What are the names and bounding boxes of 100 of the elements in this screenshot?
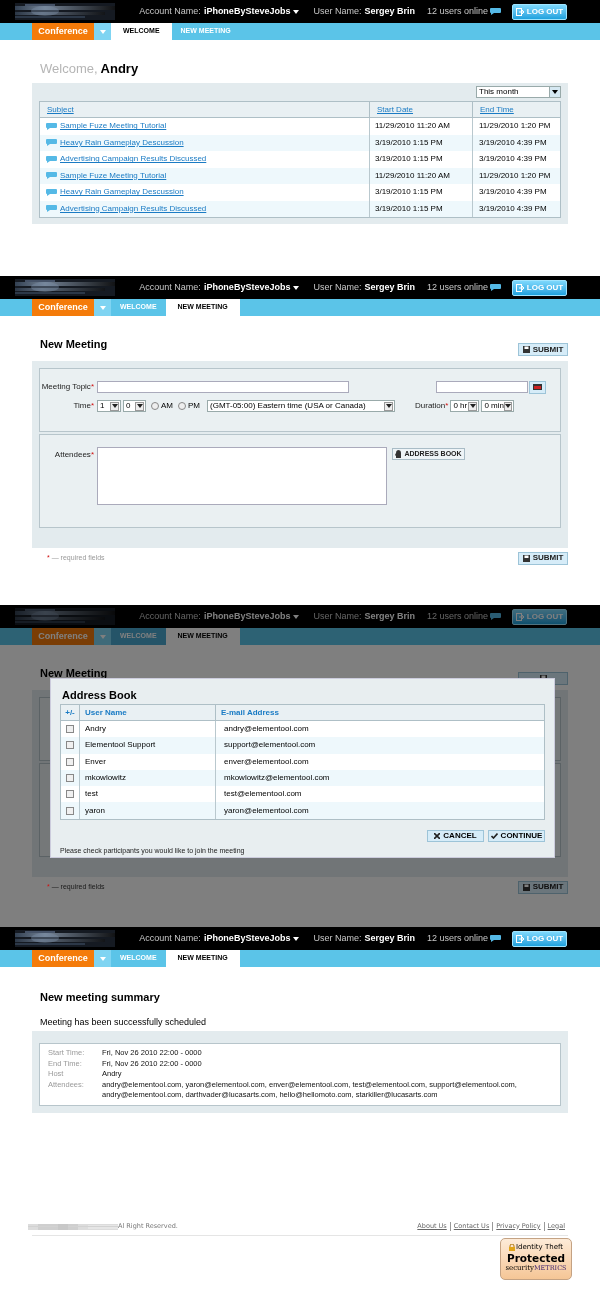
online-count[interactable]: 12 users online <box>426 609 488 624</box>
column-header[interactable]: Subject <box>47 103 74 116</box>
app-menu-button[interactable] <box>94 23 111 40</box>
chat-bubble-icon <box>46 188 57 196</box>
table-cell: 3/19/2010 4:39 PM <box>479 136 547 149</box>
dialog-title: Address Book <box>62 688 138 702</box>
badge-title: Protected <box>506 1252 566 1265</box>
account-label: Account Name: <box>139 609 201 623</box>
head-icon <box>395 450 402 458</box>
table-row[interactable]: yaron yaron@elementool.com <box>61 802 544 819</box>
dropdown[interactable]: 1 <box>97 400 121 412</box>
radio-button[interactable] <box>151 402 159 410</box>
dropdown[interactable]: (GMT-05:00) Eastern time (USA or Canada) <box>207 400 395 412</box>
date-field[interactable] <box>436 381 528 393</box>
field-label: Attendees* <box>53 449 94 461</box>
account-name[interactable]: iPhoneBySteveJobs <box>203 280 291 295</box>
submit-button[interactable]: SUBMIT <box>518 880 568 894</box>
checkbox[interactable] <box>66 790 74 799</box>
field-label: Time* <box>72 400 94 412</box>
account-name[interactable]: iPhoneBySteveJobs <box>203 4 291 19</box>
checkbox[interactable] <box>66 741 74 750</box>
user-name: Sergey Brin <box>364 280 415 294</box>
checkbox[interactable] <box>66 725 74 734</box>
online-count[interactable]: 12 users online <box>426 4 488 19</box>
save-icon <box>522 883 530 891</box>
meeting-link[interactable]: Advertising Campaign Results Discussed <box>60 202 207 215</box>
table-cell: 3/19/2010 1:15 PM <box>375 186 443 199</box>
page-title: New Meeting <box>40 667 108 680</box>
checkbox[interactable] <box>66 757 74 766</box>
column-header[interactable]: Start Date <box>377 103 413 116</box>
table-cell: mkowlowitz@elementool.com <box>224 772 330 785</box>
table-cell: 11/29/2010 1:20 PM <box>479 120 551 133</box>
account-label: Account Name: <box>139 4 201 18</box>
meeting-link[interactable]: Advertising Campaign Results Discussed <box>60 153 207 166</box>
column-header[interactable]: End Time <box>480 103 514 116</box>
exit-icon <box>515 283 524 292</box>
table-cell: enver@elementool.com <box>224 755 309 768</box>
app-menu-button[interactable] <box>94 950 111 967</box>
checkbox[interactable] <box>66 806 74 815</box>
account-label: Account Name: <box>139 280 201 294</box>
chat-bubble-icon <box>490 284 501 291</box>
calendar-button[interactable] <box>529 380 546 394</box>
topic-field[interactable] <box>97 381 349 393</box>
caret-icon <box>469 404 476 408</box>
save-icon <box>522 554 530 562</box>
attendees-field[interactable] <box>97 447 387 505</box>
column-header: E-mail Address <box>221 706 279 719</box>
table-cell: Elementool Support <box>85 739 156 752</box>
check-icon <box>490 832 498 839</box>
cancel-button[interactable]: CANCEL <box>427 829 484 842</box>
online-count[interactable]: 12 users online <box>426 931 488 946</box>
chat-bubble-icon <box>46 139 57 147</box>
caret-icon <box>505 404 512 408</box>
field-label: Duration* <box>415 400 449 412</box>
caret-icon <box>293 9 300 14</box>
caret-icon <box>99 956 106 961</box>
table-cell: mkowlowitz <box>85 772 126 785</box>
account-name[interactable]: iPhoneBySteveJobs <box>203 609 291 624</box>
app-menu-button[interactable] <box>94 628 111 645</box>
account-name[interactable]: iPhoneBySteveJobs <box>203 931 291 946</box>
online-count[interactable]: 12 users online <box>426 280 488 295</box>
period-dropdown[interactable]: This month <box>476 86 561 98</box>
table-cell: test@elementool.com <box>224 788 302 801</box>
page-title: New meeting summary <box>40 990 161 1004</box>
table-cell: Enver <box>85 755 106 768</box>
dropdown[interactable]: 0 <box>123 400 146 412</box>
meeting-link[interactable]: Heavy Rain Gameplay Descussion <box>60 186 184 199</box>
meeting-link[interactable]: Sample Fuze Meeting Tutorial <box>60 169 167 182</box>
table-cell: 11/29/2010 11:20 AM <box>375 169 450 182</box>
table-row[interactable]: Elementool Support support@elementool.com <box>61 737 544 754</box>
table-cell: yaron@elementool.com <box>224 804 309 817</box>
table-cell: 3/19/2010 4:39 PM <box>479 153 547 166</box>
continue-button[interactable]: CONTINUE <box>488 829 545 842</box>
caret-icon <box>111 404 118 408</box>
app-menu-button[interactable] <box>94 299 111 316</box>
checkbox[interactable] <box>66 774 74 783</box>
submit-button[interactable]: SUBMIT <box>518 551 568 565</box>
table-cell: 11/29/2010 1:20 PM <box>479 169 551 182</box>
submit-button[interactable]: SUBMIT <box>518 343 568 356</box>
chat-bubble-icon <box>490 613 501 620</box>
user-name: Sergey Brin <box>364 4 415 18</box>
chat-bubble-icon <box>490 8 501 15</box>
meeting-link[interactable]: Sample Fuze Meeting Tutorial <box>60 120 167 133</box>
account-label: Account Name: <box>139 931 201 945</box>
user-label: User Name: <box>313 280 362 294</box>
exit-icon <box>515 934 524 943</box>
caret-icon <box>293 285 300 290</box>
chat-bubble-icon <box>46 155 57 163</box>
exit-icon <box>515 7 524 16</box>
radio-button[interactable] <box>178 402 186 410</box>
table-cell: 3/19/2010 4:39 PM <box>479 186 547 199</box>
chat-bubble-icon <box>490 935 501 942</box>
dropdown[interactable]: 0 min <box>481 400 515 412</box>
field-label: Meeting Topic* <box>40 381 94 393</box>
calendar-icon <box>533 384 542 390</box>
meeting-link[interactable]: Heavy Rain Gameplay Descussion <box>60 136 184 149</box>
close-icon <box>434 832 441 839</box>
success-message: Meeting has been successfully scheduled <box>40 1016 208 1028</box>
caret-icon <box>99 634 106 639</box>
dropdown[interactable]: 0 hr <box>450 400 480 412</box>
